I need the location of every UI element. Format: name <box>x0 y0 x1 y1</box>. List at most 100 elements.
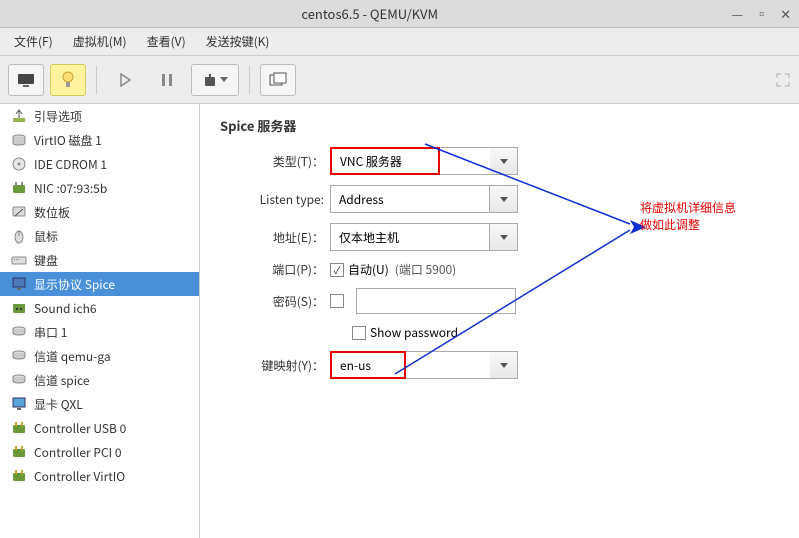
sidebar-item[interactable]: 显示协议 Spice <box>0 272 199 296</box>
chevron-down-icon <box>500 197 508 202</box>
listen-type-combo[interactable]: Address <box>330 185 518 213</box>
close-button[interactable]: ✕ <box>780 4 791 23</box>
sidebar-item-label: 信道 qemu-ga <box>34 348 111 365</box>
sidebar-item[interactable]: VirtIO 磁盘 1 <box>0 128 199 152</box>
keymap-combo[interactable]: en-us <box>330 351 518 379</box>
power-icon <box>203 73 217 87</box>
sidebar-item[interactable]: Controller VirtIO <box>0 464 199 488</box>
window-controls: — ▫ ✕ <box>731 4 791 23</box>
keymap-value: en-us <box>330 351 406 379</box>
port-auto-checkbox[interactable] <box>330 263 344 277</box>
serial-icon <box>10 324 28 340</box>
annotation-text: 将虚拟机详细信息 做如此调整 <box>640 200 736 234</box>
port-value: (端口 5900) <box>395 261 456 278</box>
details-button[interactable] <box>50 64 86 96</box>
sidebar-item-label: NIC :07:93:5b <box>34 180 107 197</box>
menu-file[interactable]: 文件(F) <box>4 29 63 54</box>
password-enable-checkbox[interactable] <box>330 294 344 308</box>
address-combo[interactable]: 仅本地主机 <box>330 223 518 251</box>
sidebar-item-label: 串口 1 <box>34 324 67 341</box>
sidebar-item[interactable]: 数位板 <box>0 200 199 224</box>
menu-send-keys[interactable]: 发送按键(K) <box>196 29 280 54</box>
row-type: 类型(T)： VNC 服务器 <box>220 147 779 175</box>
minimize-button[interactable]: — <box>731 4 743 23</box>
controller-icon <box>10 444 28 460</box>
sidebar-item[interactable]: 键盘 <box>0 248 199 272</box>
sidebar-item-label: Sound ich6 <box>34 300 97 317</box>
section-title: Spice 服务器 <box>220 116 779 135</box>
type-combo[interactable]: VNC 服务器 <box>330 147 518 175</box>
label-address: 地址(E)： <box>220 229 330 246</box>
nic-icon <box>10 180 28 196</box>
sidebar-item[interactable]: Controller USB 0 <box>0 416 199 440</box>
details-panel: Spice 服务器 类型(T)： VNC 服务器 Listen type: Ad… <box>200 104 799 538</box>
content-area: 引导选项 VirtIO 磁盘 1 IDE CDROM 1 NIC :07:93:5b 数… <box>0 104 799 538</box>
port-control: 自动(U) (端口 5900) <box>330 261 456 278</box>
row-keymap: 键映射(Y)： en-us <box>220 351 779 379</box>
menu-view[interactable]: 查看(V) <box>137 29 196 54</box>
channel-icon <box>10 348 28 364</box>
toolbar-separator <box>249 66 250 94</box>
type-dropdown-button[interactable] <box>490 147 518 175</box>
pause-button[interactable] <box>149 64 185 96</box>
maximize-button[interactable]: ▫ <box>755 4 768 23</box>
pause-icon <box>161 73 173 87</box>
mouse-icon <box>10 228 28 244</box>
keymap-dropdown-button[interactable] <box>490 351 518 379</box>
snapshot-icon <box>269 72 287 88</box>
toolbar-separator <box>96 66 97 94</box>
address-dropdown-button[interactable] <box>490 223 518 251</box>
sidebar-item[interactable]: 引导选项 <box>0 104 199 128</box>
annotation-line1: 将虚拟机详细信息 <box>640 200 736 217</box>
sidebar-item-label: Controller PCI 0 <box>34 444 122 461</box>
sidebar-item-label: 键盘 <box>34 252 58 269</box>
sidebar-item[interactable]: 显卡 QXL <box>0 392 199 416</box>
listen-type-dropdown-button[interactable] <box>490 185 518 213</box>
sound-icon <box>10 300 28 316</box>
run-button[interactable] <box>107 64 143 96</box>
tablet-icon <box>10 204 28 220</box>
sidebar-item[interactable]: Controller PCI 0 <box>0 440 199 464</box>
row-show-password: Show password <box>220 324 779 341</box>
video-icon <box>10 396 28 412</box>
sidebar-item[interactable]: 鼠标 <box>0 224 199 248</box>
play-icon <box>119 73 131 87</box>
sidebar-item[interactable]: Sound ich6 <box>0 296 199 320</box>
cdrom-icon <box>10 156 28 172</box>
show-password-control: Show password <box>330 324 458 341</box>
label-type: 类型(T)： <box>220 153 330 170</box>
hardware-sidebar[interactable]: 引导选项 VirtIO 磁盘 1 IDE CDROM 1 NIC :07:93:5b 数… <box>0 104 200 538</box>
sidebar-item[interactable]: 信道 spice <box>0 368 199 392</box>
shutdown-button[interactable] <box>191 64 239 96</box>
toolbar <box>0 56 799 104</box>
monitor-icon <box>17 73 35 87</box>
chevron-down-icon <box>500 159 508 164</box>
sidebar-item[interactable]: 串口 1 <box>0 320 199 344</box>
console-button[interactable] <box>8 64 44 96</box>
password-input[interactable] <box>356 288 516 314</box>
row-port: 端口(P)： 自动(U) (端口 5900) <box>220 261 779 278</box>
snapshots-button[interactable] <box>260 64 296 96</box>
sidebar-item-label: Controller VirtIO <box>34 468 125 485</box>
label-keymap: 键映射(Y)： <box>220 357 330 374</box>
sidebar-item-label: 鼠标 <box>34 228 58 245</box>
chevron-down-icon <box>220 77 228 83</box>
window-titlebar: centos6.5 - QEMU/KVM — ▫ ✕ <box>0 0 799 28</box>
menu-vm[interactable]: 虚拟机(M) <box>63 29 137 54</box>
sidebar-item[interactable]: IDE CDROM 1 <box>0 152 199 176</box>
label-password: 密码(S)： <box>220 293 330 310</box>
sidebar-item-label: VirtIO 磁盘 1 <box>34 132 102 149</box>
show-password-checkbox[interactable] <box>352 326 366 340</box>
sidebar-item-label: 显卡 QXL <box>34 396 83 413</box>
sidebar-item-label: 数位板 <box>34 204 70 221</box>
type-value: VNC 服务器 <box>330 147 440 175</box>
label-listen-type: Listen type: <box>220 191 330 208</box>
fullscreen-icon[interactable] <box>775 72 791 88</box>
sidebar-item[interactable]: NIC :07:93:5b <box>0 176 199 200</box>
address-value: 仅本地主机 <box>330 223 490 251</box>
boot-icon <box>10 108 28 124</box>
sidebar-item-label: IDE CDROM 1 <box>34 156 107 173</box>
sidebar-item[interactable]: 信道 qemu-ga <box>0 344 199 368</box>
annotation-line2: 做如此调整 <box>640 217 736 234</box>
chevron-down-icon <box>500 235 508 240</box>
